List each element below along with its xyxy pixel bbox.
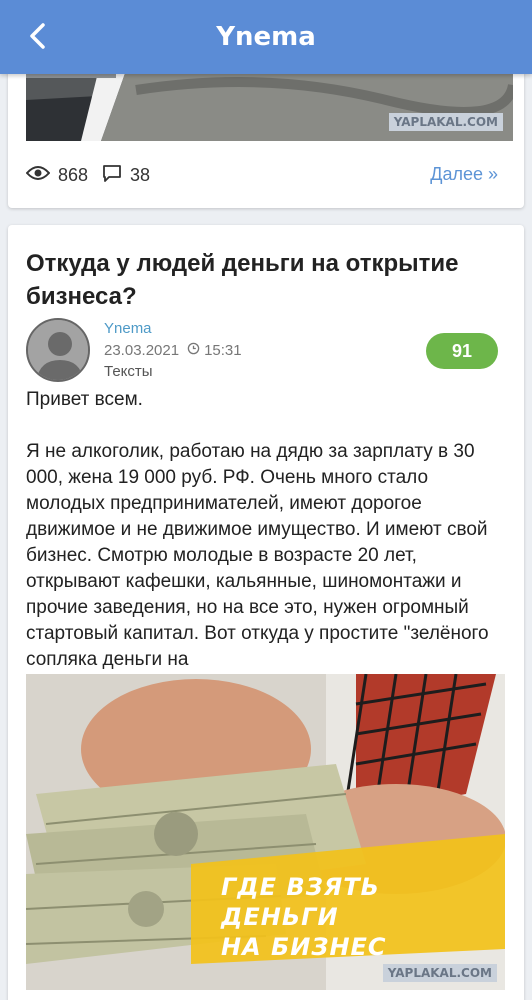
chevron-left-icon [27, 22, 49, 54]
author-name[interactable]: Ynema [104, 320, 152, 337]
image-caption-line2: НА БИЗНЕС [221, 933, 387, 961]
post-text: Я не алкоголик, работаю на дядю за зарпл… [26, 441, 489, 670]
date-text: 23.03.2021 [104, 342, 180, 359]
app-header: Ynema [0, 0, 532, 74]
image-caption-line1: ГДЕ ВЗЯТЬ ДЕНЬГИ [221, 873, 380, 931]
avatar[interactable] [26, 318, 90, 382]
post-body: Привет всем. Я не алкоголик, работаю на … [26, 387, 506, 673]
post-stats: 868 38 [25, 160, 164, 190]
clock-icon [187, 342, 200, 359]
comment-icon [102, 163, 122, 188]
post-category[interactable]: Тексты [104, 363, 153, 380]
image-watermark: YAPLAKAL.COM [382, 964, 497, 982]
image-watermark: YAPLAKAL.COM [388, 113, 503, 131]
eye-icon [25, 165, 51, 186]
page-title: Ynema [216, 22, 316, 52]
post-title[interactable]: Откуда у людей деньги на открытие бизнес… [26, 247, 496, 313]
post-image[interactable]: ГДЕ ВЗЯТЬ ДЕНЬГИ НА БИЗНЕС YAPLAKAL.COM [26, 674, 505, 990]
rating-badge[interactable]: 91 [426, 333, 498, 369]
image-caption: ГДЕ ВЗЯТЬ ДЕНЬГИ НА БИЗНЕС [221, 872, 505, 962]
time-text: 15:31 [204, 342, 242, 359]
comments-count[interactable]: 38 [130, 165, 150, 186]
post-greeting: Привет всем. [26, 389, 143, 410]
back-button[interactable] [18, 18, 58, 58]
post-card: Откуда у людей деньги на открытие бизнес… [8, 225, 524, 1000]
post-date: 23.03.2021 15:31 [104, 342, 242, 359]
views-count: 868 [58, 164, 89, 185]
more-link[interactable]: Далее » [430, 164, 498, 185]
